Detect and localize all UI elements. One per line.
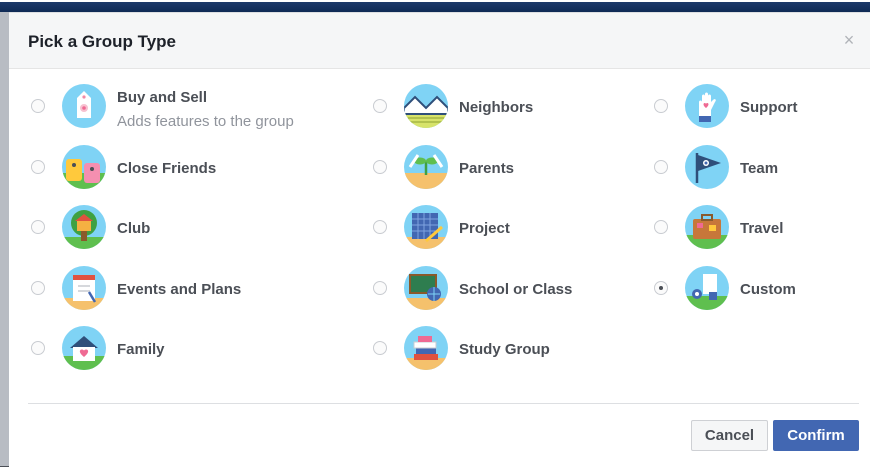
option-neighbors[interactable]: Neighbors (373, 84, 643, 130)
option-label: Club (117, 220, 151, 237)
option-support[interactable]: Support (654, 84, 870, 130)
option-project[interactable]: Project (373, 205, 643, 251)
sprout-icon (404, 145, 448, 189)
option-travel[interactable]: Travel (654, 205, 870, 251)
background-page-edge (0, 12, 9, 466)
option-club[interactable]: Club (31, 205, 301, 251)
radio-family[interactable] (31, 341, 45, 355)
radio-travel[interactable] (654, 220, 668, 234)
houses-icon (404, 84, 448, 128)
option-parents[interactable]: Parents (373, 145, 643, 191)
suitcase-icon (685, 205, 729, 249)
radio-close-friends[interactable] (31, 160, 45, 174)
option-label: Events and Plans (117, 281, 242, 298)
option-label: Close Friends (117, 160, 217, 177)
radio-parents[interactable] (373, 160, 387, 174)
option-label: Parents (459, 160, 515, 177)
radio-club[interactable] (31, 220, 45, 234)
option-sublabel: Adds features to the group (117, 113, 294, 130)
option-label: Team (740, 160, 779, 177)
close-icon[interactable]: × (840, 31, 858, 49)
option-label: School or Class (459, 281, 573, 298)
radio-events-and-plans[interactable] (31, 281, 45, 295)
friends-icon (62, 145, 106, 189)
chalkboard-icon (404, 266, 448, 310)
option-label: Support (740, 99, 798, 116)
footer-divider (28, 403, 859, 404)
option-events-and-plans[interactable]: Events and Plans (31, 266, 301, 312)
radio-neighbors[interactable] (373, 99, 387, 113)
option-label: Family (117, 341, 165, 358)
group-type-dialog: Pick a Group Type × Buy and Sell Adds fe… (9, 12, 870, 467)
radio-custom-selected[interactable] (654, 281, 668, 295)
dialog-header: Pick a Group Type × (9, 13, 870, 69)
blueprint-icon (404, 205, 448, 249)
radio-study-group[interactable] (373, 341, 387, 355)
radio-project[interactable] (373, 220, 387, 234)
cancel-button[interactable]: Cancel (691, 420, 768, 451)
option-study-group[interactable]: Study Group (373, 326, 643, 372)
radio-buy-and-sell[interactable] (31, 99, 45, 113)
option-label: Project (459, 220, 510, 237)
option-label: Custom (740, 281, 796, 298)
option-label: Neighbors (459, 99, 534, 116)
tree-house-icon (62, 205, 106, 249)
radio-school-or-class[interactable] (373, 281, 387, 295)
option-close-friends[interactable]: Close Friends (31, 145, 301, 191)
option-custom[interactable]: Custom (654, 266, 870, 312)
radio-support[interactable] (654, 99, 668, 113)
calendar-icon (62, 266, 106, 310)
radio-team[interactable] (654, 160, 668, 174)
option-family[interactable]: Family (31, 326, 301, 372)
background-page-header (0, 0, 870, 12)
option-school-or-class[interactable]: School or Class (373, 266, 643, 312)
confirm-button[interactable]: Confirm (773, 420, 859, 451)
books-icon (404, 326, 448, 370)
option-team[interactable]: Team (654, 145, 870, 191)
price-tag-icon (62, 84, 106, 128)
pennant-flag-icon (685, 145, 729, 189)
option-label: Buy and Sell (117, 89, 208, 106)
custom-tools-icon (685, 266, 729, 310)
home-heart-icon (62, 326, 106, 370)
option-label: Study Group (459, 341, 550, 358)
option-label: Travel (740, 220, 784, 237)
option-buy-and-sell[interactable]: Buy and Sell Adds features to the group (31, 84, 301, 130)
dialog-title: Pick a Group Type (28, 32, 177, 51)
heart-hand-icon (685, 84, 729, 128)
